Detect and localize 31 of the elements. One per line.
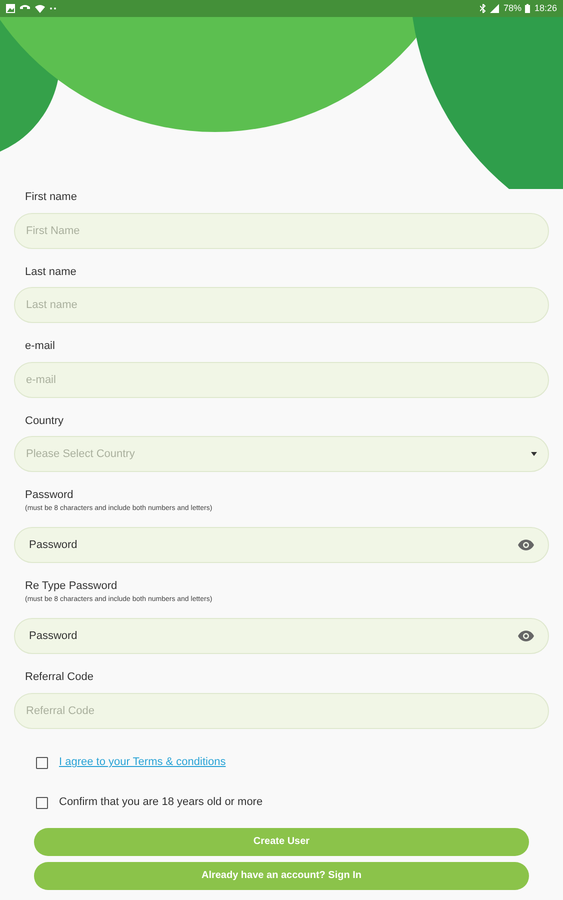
checkbox-label: Confirm that you are 18 years old or more — [59, 795, 263, 810]
checkbox[interactable] — [36, 756, 48, 768]
image-icon — [6, 4, 15, 13]
create-user-button[interactable]: Create User — [34, 828, 529, 856]
wifi-icon — [35, 4, 45, 13]
field-label: Password — [24, 488, 74, 503]
signal-icon — [490, 4, 500, 13]
password-field[interactable]: Password — [14, 527, 549, 563]
sign-in-button[interactable]: Already have an account? Sign In — [34, 862, 529, 890]
clock-time: 18:26 — [534, 2, 557, 15]
field-label: Re Type Password — [24, 579, 118, 594]
eye-icon[interactable] — [518, 539, 534, 551]
battery-level: 78% — [503, 2, 522, 15]
field-label: Last name — [24, 264, 78, 280]
field-label: Referral Code — [24, 670, 94, 685]
input-field[interactable]: Last name — [14, 287, 549, 323]
terms-link[interactable]: I agree to your Terms & conditions — [59, 754, 226, 771]
input-field[interactable]: First Name — [14, 212, 549, 248]
battery-icon — [525, 4, 530, 13]
field-label: Country — [24, 414, 65, 428]
password-field[interactable]: Password — [14, 618, 549, 654]
bluetooth-icon — [480, 4, 486, 13]
eye-icon[interactable] — [518, 630, 534, 642]
more-icon — [50, 7, 56, 10]
checkbox[interactable] — [36, 796, 48, 808]
input-field[interactable]: e-mail — [14, 362, 549, 398]
country-select[interactable]: Please Select Country — [14, 436, 549, 472]
field-label: e-mail — [24, 339, 56, 354]
field-label: First name — [24, 190, 78, 205]
dropdown-caret-icon — [531, 452, 537, 456]
input-field[interactable]: Referral Code — [14, 692, 549, 728]
